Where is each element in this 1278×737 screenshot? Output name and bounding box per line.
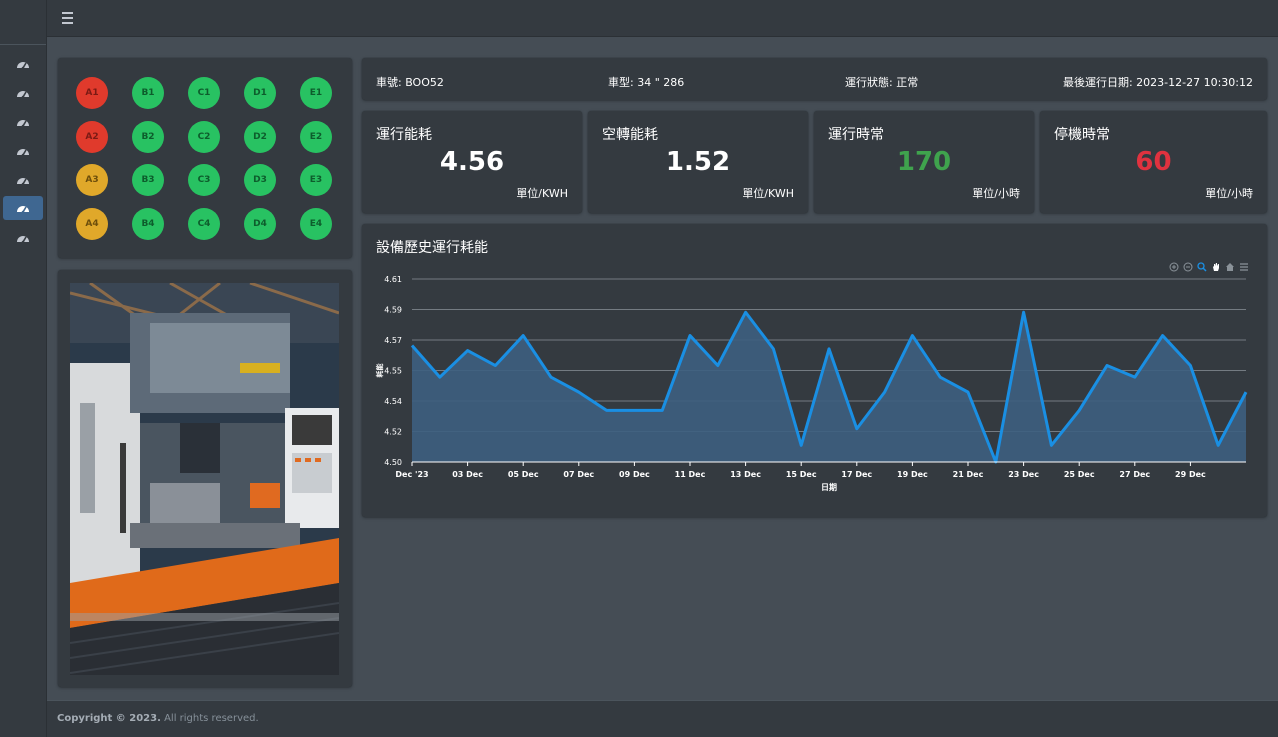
metric-card-downtime-hours: 停機時常 60 單位/小時	[1040, 111, 1267, 213]
x-tick-label: 15 Dec	[786, 470, 817, 479]
sensor-indicator-d1[interactable]: D1	[244, 77, 276, 109]
y-tick-label: 4.52	[384, 428, 402, 437]
sensor-indicator-b3[interactable]: B3	[132, 164, 164, 196]
x-axis-label: 日期	[821, 482, 837, 492]
y-tick-label: 4.61	[384, 275, 402, 284]
sidebar-item-4[interactable]	[3, 139, 43, 163]
sensor-indicator-e4[interactable]: E4	[300, 207, 332, 240]
footer: Copyright © 2023. All rights reserved.	[47, 700, 1278, 737]
sensor-indicator-c1[interactable]: C1	[188, 77, 220, 109]
area-fill	[412, 312, 1246, 462]
x-tick-label: 09 Dec	[619, 470, 650, 479]
sidebar-item-6[interactable]	[3, 196, 43, 220]
sidebar-brand-area	[0, 0, 46, 45]
machine-image	[70, 283, 339, 675]
y-tick-label: 4.54	[384, 397, 402, 406]
sensor-indicator-a3[interactable]: A3	[76, 164, 108, 196]
energy-history-chart-card: 設備歷史運行耗能 4.61 4.59 4.57 4.55 4.54 4.52 4.50 Dec…	[362, 224, 1267, 517]
metric-unit: 單位/KWH	[516, 187, 568, 200]
metric-card-run-energy: 運行能耗 4.56 單位/KWH	[362, 111, 582, 213]
gauge-icon	[16, 171, 30, 190]
y-tick-label: 4.55	[384, 367, 402, 376]
metric-value: 1.52	[665, 147, 731, 177]
copyright-text: Copyright © 2023. All rights reserved.	[57, 713, 259, 724]
metric-unit: 單位/小時	[972, 187, 1020, 200]
sidebar-item-7[interactable]	[3, 226, 43, 250]
metric-value: 60	[1135, 147, 1172, 177]
y-tick-label: 4.59	[384, 306, 402, 315]
x-tick-label: Dec '23	[395, 470, 428, 479]
sidebar	[0, 0, 47, 737]
gauge-icon	[16, 84, 30, 103]
x-tick-label: 25 Dec	[1064, 470, 1095, 479]
machine-image-card	[58, 270, 352, 687]
run-status: 運行狀態: 正常	[845, 76, 919, 89]
sensor-indicator-a2[interactable]: A2	[76, 120, 108, 153]
top-navbar	[47, 0, 1278, 37]
x-tick-label: 19 Dec	[897, 470, 928, 479]
x-tick-label: 27 Dec	[1119, 470, 1150, 479]
gauge-icon	[16, 199, 30, 218]
gauge-icon	[16, 113, 30, 132]
x-tick-label: 11 Dec	[675, 470, 706, 479]
sensor-grid-card: A1 B1 C1 D1 E1 A2 B2 C2 D2 E2 A3 B3 C3 D3 E3 A4 B4 C4 D4 E4	[58, 58, 352, 258]
metric-unit: 單位/KWH	[742, 187, 794, 200]
metric-title: 停機時常	[1054, 127, 1110, 143]
energy-area-chart: 4.61 4.59 4.57 4.55 4.54 4.52 4.50 Dec '23 03 De…	[375, 275, 1248, 492]
x-tick-label: 05 Dec	[508, 470, 539, 479]
x-tick-label: 13 Dec	[730, 470, 761, 479]
metric-title: 運行能耗	[376, 127, 432, 143]
gauge-icon	[16, 229, 30, 248]
x-tick-label: 23 Dec	[1008, 470, 1039, 479]
hamburger-icon[interactable]	[62, 12, 73, 24]
metric-unit: 單位/小時	[1205, 187, 1253, 200]
last-run-date: 最後運行日期: 2023-12-27 10:30:12	[1062, 76, 1253, 89]
metric-title: 空轉能耗	[602, 127, 658, 143]
sidebar-item-3[interactable]	[3, 110, 43, 134]
y-tick-label: 4.50	[384, 458, 402, 467]
metric-card-run-hours: 運行時常 170 單位/小時	[814, 111, 1034, 213]
metric-card-idle-energy: 空轉能耗 1.52 單位/KWH	[588, 111, 808, 213]
x-tick-label: 07 Dec	[563, 470, 594, 479]
sensor-indicator-d2[interactable]: D2	[244, 120, 276, 153]
y-axis-label: 耗能	[375, 364, 384, 378]
sensor-indicator-a1[interactable]: A1	[76, 77, 108, 109]
sensor-indicator-b2[interactable]: B2	[132, 120, 164, 153]
vehicle-number: 車號: BOO52	[376, 76, 444, 89]
y-tick-label: 4.57	[384, 336, 402, 345]
sensor-indicator-c2[interactable]: C2	[188, 120, 220, 153]
sensor-indicator-a4[interactable]: A4	[76, 207, 108, 240]
sensor-indicator-b1[interactable]: B1	[132, 77, 164, 109]
sensor-indicator-b4[interactable]: B4	[132, 207, 164, 240]
sensor-indicator-d3[interactable]: D3	[244, 164, 276, 196]
vehicle-info-card: 車號: BOO52 車型: 34 " 286 運行狀態: 正常 最後運行日期: …	[362, 58, 1267, 100]
x-tick-label: 17 Dec	[841, 470, 872, 479]
x-tick-label: 03 Dec	[452, 470, 483, 479]
sidebar-item-1[interactable]	[3, 52, 43, 76]
metric-value: 170	[896, 147, 952, 177]
sensor-indicator-e3[interactable]: E3	[300, 164, 332, 196]
sidebar-item-2[interactable]	[3, 81, 43, 105]
sensor-indicator-e2[interactable]: E2	[300, 120, 332, 153]
x-tick-label: 21 Dec	[953, 470, 984, 479]
metric-title: 運行時常	[828, 127, 884, 143]
sensor-indicator-c4[interactable]: C4	[188, 207, 220, 240]
sensor-indicator-e1[interactable]: E1	[300, 77, 332, 109]
gauge-icon	[16, 142, 30, 161]
sensor-indicator-d4[interactable]: D4	[244, 207, 276, 240]
vehicle-type: 車型: 34 " 286	[608, 76, 685, 89]
gauge-icon	[16, 55, 30, 74]
sensor-indicator-c3[interactable]: C3	[188, 164, 220, 196]
metric-value: 4.56	[439, 147, 505, 177]
x-tick-label: 29 Dec	[1175, 470, 1206, 479]
sidebar-item-5[interactable]	[3, 168, 43, 192]
